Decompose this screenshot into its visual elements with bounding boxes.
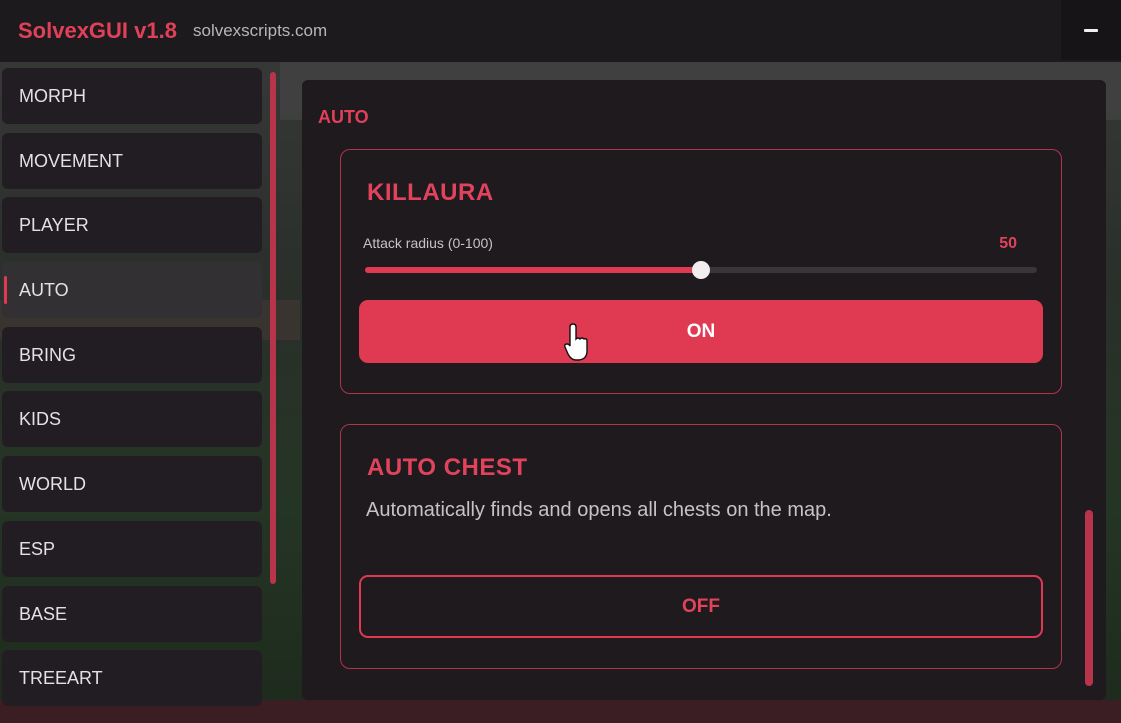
killaura-card: KILLAURA Attack radius (0-100) 50 ON (340, 149, 1062, 394)
auto-chest-description: Automatically finds and opens all chests… (366, 499, 832, 521)
minus-icon (1084, 28, 1098, 32)
app-title: SolvexGUI v1.8 (18, 18, 177, 43)
sidebar-item-treeart[interactable]: TREEART (2, 650, 262, 706)
hand-cursor-icon (564, 323, 588, 361)
attack-radius-value: 50 (999, 235, 1017, 252)
sidebar-item-label: MORPH (19, 85, 86, 106)
sidebar-item-label: ESP (19, 538, 56, 559)
panel-scrollbar[interactable] (1085, 510, 1093, 686)
section-title: AUTO (318, 107, 369, 127)
sidebar-item-label: TREEART (19, 667, 103, 688)
sidebar-item-label: BASE (19, 603, 68, 624)
sidebar: MORPH MOVEMENT PLAYER AUTO BRING KIDS WO… (0, 66, 266, 706)
sidebar-item-base[interactable]: BASE (2, 586, 262, 642)
sidebar-item-morph[interactable]: MORPH (2, 68, 262, 124)
attack-radius-label: Attack radius (0-100) (363, 235, 493, 251)
slider-fill (365, 267, 701, 273)
sidebar-item-label: AUTO (19, 279, 69, 300)
attack-radius-slider[interactable] (365, 261, 1037, 279)
app-website: solvexscripts.com (192, 21, 328, 40)
sidebar-item-label: PLAYER (19, 214, 89, 235)
sidebar-item-auto[interactable]: AUTO (2, 262, 262, 318)
sidebar-scrollbar[interactable] (270, 72, 276, 584)
auto-chest-toggle-button[interactable]: OFF (359, 575, 1043, 638)
sidebar-item-kids[interactable]: KIDS (2, 391, 262, 447)
sidebar-item-label: KIDS (19, 408, 62, 429)
killaura-toggle-button[interactable]: ON (359, 300, 1043, 363)
sidebar-item-player[interactable]: PLAYER (2, 197, 262, 253)
sidebar-item-label: BRING (19, 344, 77, 365)
sidebar-item-esp[interactable]: ESP (2, 521, 262, 577)
auto-chest-title: AUTO CHEST (367, 454, 528, 481)
sidebar-item-bring[interactable]: BRING (2, 327, 262, 383)
sidebar-item-movement[interactable]: MOVEMENT (2, 133, 262, 189)
killaura-title: KILLAURA (367, 179, 494, 206)
sidebar-item-world[interactable]: WORLD (2, 456, 262, 512)
content-panel: AUTO KILLAURA Attack radius (0-100) 50 O… (302, 80, 1106, 700)
slider-thumb[interactable] (692, 261, 710, 279)
title-bar[interactable]: SolvexGUI v1.8 solvexscripts.com (0, 0, 1121, 62)
sidebar-item-label: MOVEMENT (19, 150, 124, 171)
sidebar-item-label: WORLD (19, 473, 86, 494)
minimize-button[interactable] (1061, 0, 1121, 60)
auto-chest-card: AUTO CHEST Automatically finds and opens… (340, 424, 1062, 669)
